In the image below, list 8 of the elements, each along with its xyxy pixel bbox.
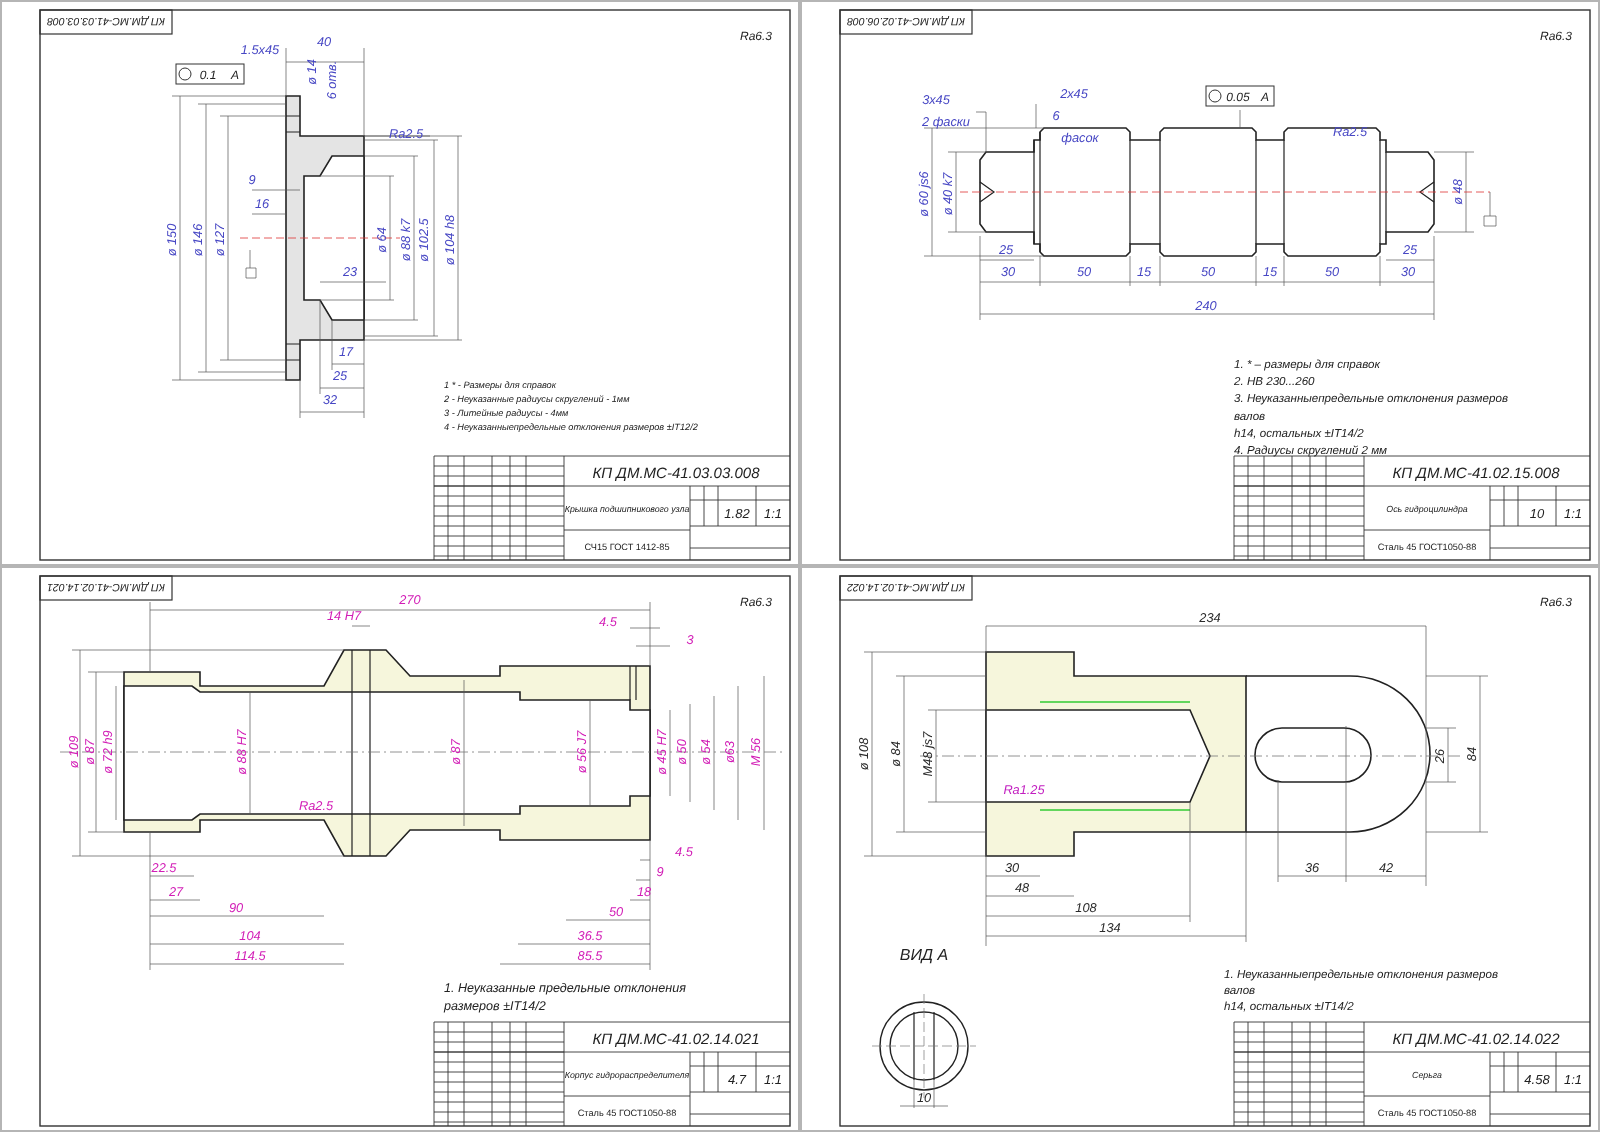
tolerance-frame bbox=[1205, 85, 1275, 107]
stamp-box bbox=[839, 9, 973, 35]
stamp-box bbox=[39, 575, 173, 601]
stamp-box bbox=[839, 575, 973, 601]
view-label: ВИД А bbox=[899, 946, 949, 964]
tolerance-frame bbox=[175, 63, 245, 85]
stamp-box bbox=[39, 9, 173, 35]
end-view-drawing bbox=[871, 993, 977, 1109]
